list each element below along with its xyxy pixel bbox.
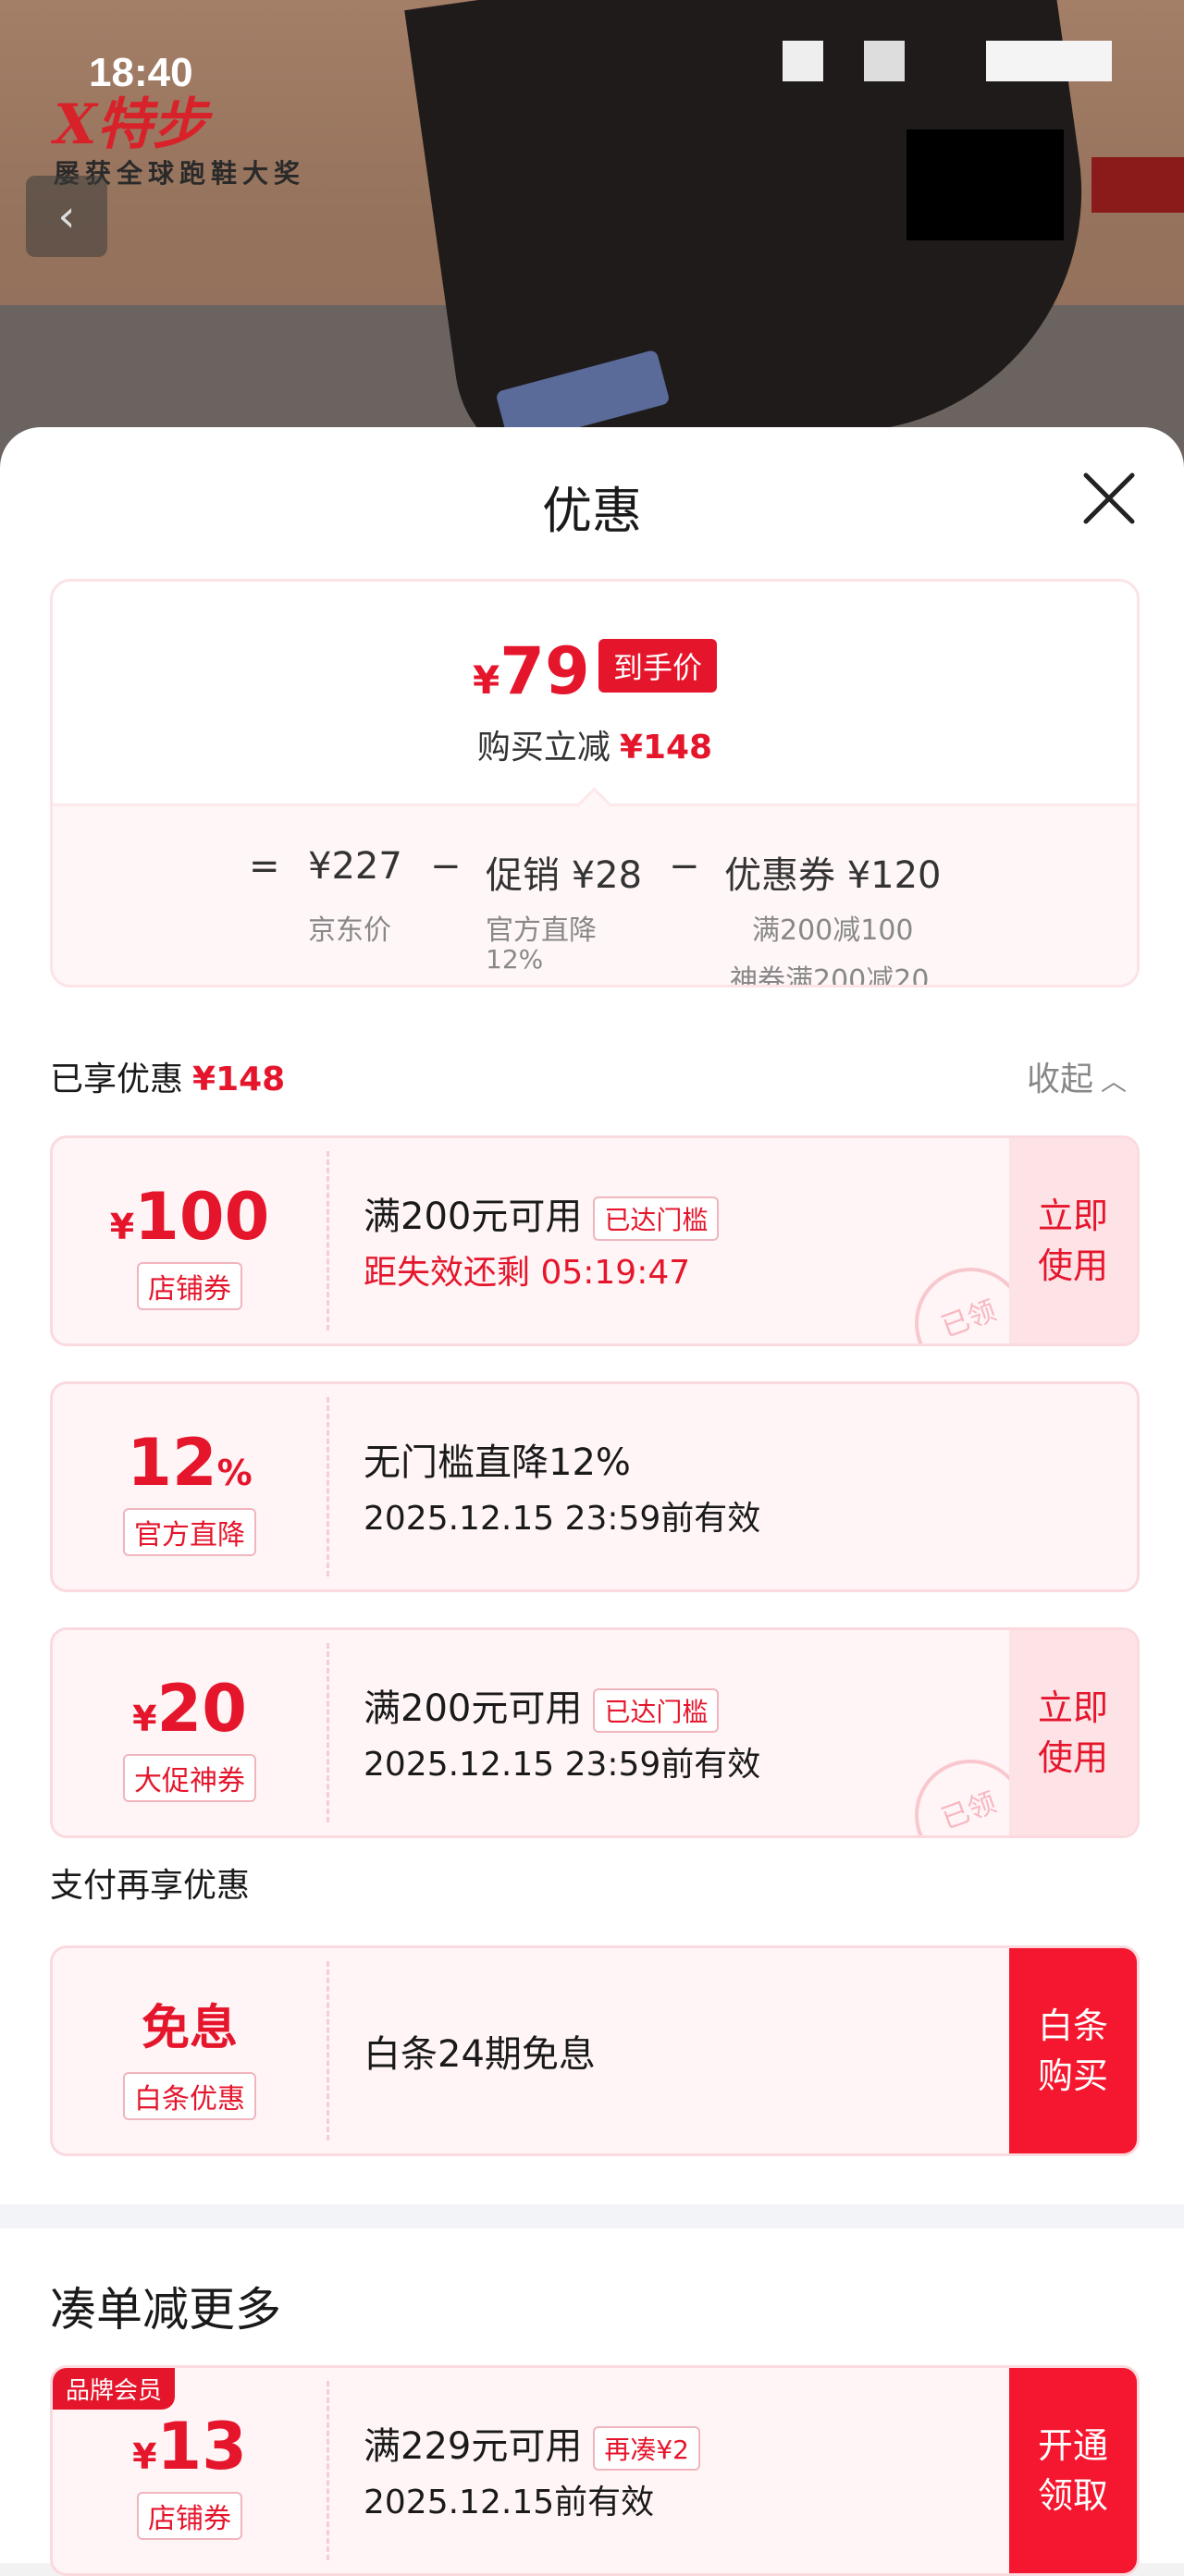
equals-sign: = [249,845,280,888]
promo-label: 官方直降 [486,914,597,947]
coupon-amount: 优惠券 ¥120 [724,854,942,897]
threshold-badge: 已达门槛 [593,1196,720,1241]
baitiao-buy-button[interactable]: 白条 购买 [1009,1948,1137,2153]
coupon-condition: 满200元可用 已达门槛 [364,1678,720,1733]
use-now-button[interactable]: 立即 使用 [1009,1630,1137,1835]
promo-amount: 促销 ¥28 [486,854,643,897]
coupon-value: ¥13 [132,2409,247,2484]
coupon-expiry: 2025.12.15 23:59前有效 [364,1500,761,1538]
member-coupon-card: ¥13 店铺券 品牌会员 满229元可用 再凑¥2 2025.12.15前有效 开… [50,2365,1140,2576]
final-price: ¥79 [473,633,590,709]
minus-sign: − [669,845,700,888]
coupon-value: 12% [127,1425,253,1501]
coupon-card: ¥20 大促神券 满200元可用 已达门槛 2025.12.15 23:59前有效… [50,1627,1140,1838]
coupon-condition: 满200元可用 已达门槛 [364,1186,720,1241]
coupon-expiry: 2025.12.15前有效 [364,2484,655,2521]
enjoyed-discount: 已享优惠 ¥148 [50,1061,286,1098]
pay-section-title: 支付再享优惠 [50,1867,251,1905]
jd-price: ¥227 [308,845,402,888]
collapse-button[interactable]: 收起 ︿ [1027,1052,1127,1100]
minus-sign: − [430,845,462,888]
coupon-condition: 满229元可用 再凑¥2 [364,2416,700,2471]
offer-condition: 白条24期免息 [364,2033,596,2076]
more-section-title: 凑单减更多 [50,2283,281,2337]
join-claim-button[interactable]: 开通 领取 [1009,2368,1137,2573]
coupon-detail-2: 神券满200减20 [730,964,930,987]
reduce-line: 购买立减 ¥148 [476,729,713,767]
status-time: 18:40 [89,50,193,95]
threshold-badge: 已达门槛 [593,1688,720,1733]
discount-sheet: 优惠 ¥79 到手价 购买立减 ¥148 = ¥227 京东价 − 促销 ¥28 … [0,427,1184,2576]
coupon-detail-1: 满200减100 [752,914,914,947]
coupon-type: 官方直降 [123,1508,256,1556]
chevron-left-icon: ‹ [57,190,76,242]
promo-percent: 12% [486,944,544,975]
coupon-countdown: 距失效还剩 05:19:47 [364,1254,691,1292]
jd-price-label: 京东价 [308,914,391,947]
back-button[interactable]: ‹ [26,176,107,257]
coupon-value: ¥20 [132,1671,247,1747]
final-price-tag: 到手价 [598,639,718,693]
chevron-up-icon: ︿ [1101,1066,1128,1097]
offer-value: 免息 [141,2001,238,2056]
member-badge: 品牌会员 [53,2368,176,2410]
coupon-type: 店铺券 [137,2492,242,2540]
use-now-button[interactable]: 立即 使用 [1009,1138,1137,1343]
price-summary: ¥79 到手价 购买立减 ¥148 = ¥227 京东价 − 促销 ¥28 官方直… [50,579,1140,987]
coupon-card: 12% 官方直降 无门槛直降12% 2025.12.15 23:59前有效 [50,1381,1140,1592]
coupon-condition: 无门槛直降12% [364,1441,631,1484]
add-more-badge: 再凑¥2 [593,2426,700,2471]
sheet-title: 优惠 [542,482,642,540]
coupon-type: 大促神券 [123,1754,256,1802]
coupon-expiry: 2025.12.15 23:59前有效 [364,1746,761,1784]
coupon-card: ¥100 店铺券 满200元可用 已达门槛 距失效还剩 05:19:47 已领 立… [50,1135,1140,1346]
payment-offer-card: 免息 白条优惠 白条24期免息 白条 购买 [50,1945,1140,2156]
coupon-type: 店铺券 [137,1262,242,1310]
coupon-value: ¥100 [109,1179,270,1255]
offer-type: 白条优惠 [123,2072,256,2120]
close-icon[interactable] [1077,466,1141,531]
